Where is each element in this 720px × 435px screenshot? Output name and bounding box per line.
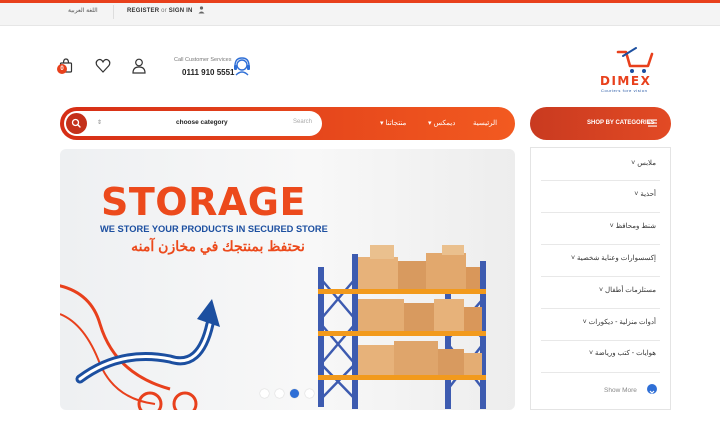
account-icon[interactable] [132, 58, 146, 74]
slider-dot[interactable] [260, 389, 269, 398]
banner-subtitle: WE STORE YOUR PRODUCTS IN SECURED STORE [100, 224, 328, 234]
menu-icon [648, 119, 657, 127]
search-button[interactable] [66, 113, 87, 134]
category-item[interactable]: مستلزمات أطفال ˅ [599, 286, 656, 294]
topbar-divider [113, 5, 114, 19]
category-dropdown-icon[interactable]: ⇕ [97, 119, 102, 126]
shop-by-categories-label: SHOP BY CATEGORIES [587, 120, 655, 126]
category-item[interactable]: ملابس ˅ [631, 159, 656, 167]
register-link[interactable]: REGISTER [127, 8, 159, 14]
category-divider [541, 372, 660, 373]
nav-link-dimex[interactable]: ▾ ديمكس [428, 119, 455, 127]
user-icon[interactable] [198, 6, 205, 14]
nav-link-products[interactable]: ▾ منتجاتنا [380, 119, 406, 127]
wishlist-heart-icon[interactable] [95, 58, 111, 73]
category-divider [541, 212, 660, 213]
category-divider [541, 244, 660, 245]
category-divider [541, 340, 660, 341]
banner-title: STORAGE [101, 180, 306, 224]
cart-count-badge: 0 [57, 64, 67, 74]
category-divider [541, 276, 660, 277]
category-item[interactable]: أدوات منزلية - ديكورات ˅ [583, 318, 656, 326]
customer-service-label: Call Customer Services [174, 57, 232, 63]
category-item[interactable]: هوايات - كتب ورياضة ˅ [589, 349, 656, 357]
category-divider [541, 180, 660, 181]
category-divider [541, 308, 660, 309]
category-item[interactable]: إكسسوارات وعناية شخصية ˅ [571, 254, 656, 262]
slider-dot[interactable] [275, 389, 284, 398]
brand-tagline: Couriers fore vision [601, 88, 648, 93]
shelf-rack [318, 245, 486, 409]
search-icon [71, 118, 81, 128]
auth-links: REGISTER or SIGN IN [127, 8, 193, 14]
customer-service-phone[interactable]: 0111 910 5551 [182, 68, 235, 77]
signin-link[interactable]: SIGN IN [169, 8, 193, 14]
or-text: or [161, 8, 167, 14]
banner-arabic-text: نحتفظ بمنتجك في مخازن آمنه [131, 238, 305, 254]
top-bar [0, 3, 720, 26]
category-item[interactable]: أحذية ˅ [634, 190, 656, 198]
headset-icon [234, 57, 250, 76]
show-more-chevron-icon[interactable] [647, 384, 657, 394]
search-input[interactable]: Search [293, 119, 312, 125]
slider-dot[interactable] [305, 389, 314, 398]
show-more-link[interactable]: Show More [604, 387, 637, 394]
brand-name: DIMEX [600, 74, 652, 88]
nav-link-home[interactable]: الرئيسية [473, 119, 497, 127]
category-chooser[interactable]: choose category [176, 119, 228, 126]
language-switch[interactable]: اللغة العربية [68, 7, 98, 14]
category-item[interactable]: شنط ومحافظ ˅ [610, 222, 656, 230]
category-sidebar: ملابس ˅ أحذية ˅ شنط ومحافظ ˅ إكسسوارات و… [530, 147, 671, 410]
slider-dot-active[interactable] [290, 389, 299, 398]
